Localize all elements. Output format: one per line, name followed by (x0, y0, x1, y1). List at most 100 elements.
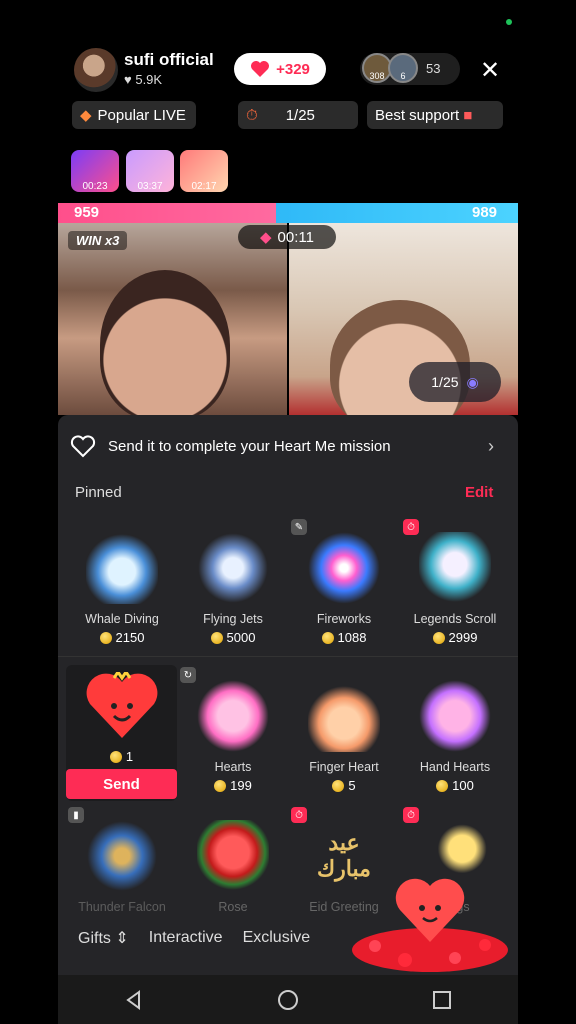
like-counter-button[interactable]: +329 (234, 53, 326, 85)
coin-icon (109, 750, 122, 763)
gift-tabs: Gifts ⇕ Interactive Exclusive (58, 922, 518, 954)
gift-price: 2999 (399, 630, 511, 645)
like-counter: +329 (276, 60, 310, 78)
rank-chip[interactable]: ⏱ 1/25 (238, 101, 358, 129)
coin-icon (99, 631, 112, 644)
system-navbar (58, 975, 518, 1024)
host-likes: ♥ 5.9K (124, 72, 162, 87)
stopwatch-icon: ⏱ (246, 106, 258, 124)
recents-icon[interactable] (432, 990, 452, 1010)
tab-interactive[interactable]: Interactive (149, 929, 223, 947)
pinned-label: Pinned (75, 484, 122, 501)
win-streak-badge: WIN x3 (68, 231, 128, 250)
heart-animation-icon (352, 878, 508, 972)
battle-icon: ◆ (260, 229, 272, 246)
gift-price-value: 1 (125, 749, 134, 764)
send-button[interactable]: Send (66, 769, 177, 799)
gift-item[interactable]: 1 (66, 669, 177, 764)
gift-price-value: 5 (348, 778, 356, 793)
heart-small-icon: ♥ (124, 72, 132, 87)
left-streamer (100, 270, 230, 420)
gift-price: 5 (288, 778, 400, 793)
gift-price-value: 5000 (226, 630, 256, 645)
viewer-avatar[interactable]: 6 (388, 53, 418, 83)
home-icon[interactable] (277, 989, 299, 1011)
gift-name: Thunder Falcon (78, 900, 166, 914)
gift-timer-label: 02:17 (191, 181, 217, 192)
gift-price: 2150 (66, 630, 178, 645)
tab-exclusive[interactable]: Exclusive (243, 929, 311, 947)
fire-icon: ◆ (80, 107, 92, 124)
gift-price: 1 (66, 749, 177, 764)
gift-item[interactable]: Legends Scroll 2999 (399, 532, 511, 645)
left-score: 959 (74, 204, 100, 221)
gift-price-value: 2150 (115, 630, 145, 645)
finger-heart-icon (308, 680, 380, 752)
gift-timer[interactable]: 00:23 (71, 150, 119, 192)
gift-item[interactable]: Hearts 199 (177, 680, 289, 793)
page-indicator[interactable]: 1/25 ◉ (409, 362, 501, 402)
coin-icon (214, 779, 227, 792)
sort-icon: ⇕ (115, 930, 129, 947)
status-indicator (506, 19, 512, 25)
close-icon[interactable]: ✕ (480, 56, 500, 85)
right-score: 989 (472, 204, 498, 221)
gift-name: Rose (218, 900, 248, 914)
host-avatar[interactable] (74, 48, 118, 92)
tab-gifts-label: Gifts (78, 930, 111, 947)
gift-item[interactable]: Flying Jets 5000 (177, 532, 289, 645)
gift-timer[interactable]: 02:17 (180, 150, 228, 192)
gift-name: Finger Heart (309, 760, 379, 774)
page-indicator-label: 1/25 (431, 374, 459, 390)
gift-price: 1088 (288, 630, 400, 645)
host-name[interactable]: sufi official (124, 50, 214, 70)
tab-gifts[interactable]: Gifts ⇕ (78, 928, 129, 948)
best-supporter-label: Best support (375, 106, 460, 124)
fireworks-icon (308, 532, 380, 604)
best-supporter-chip[interactable]: Best support ■ (367, 101, 503, 129)
rose-icon (197, 820, 269, 892)
viewer-avatar-label: 6 (400, 71, 406, 81)
gift-timer-label: 03:37 (137, 181, 163, 192)
gift-item[interactable]: Whale Diving 2150 (66, 532, 178, 645)
gift-item[interactable]: Thunder Falcon (66, 820, 178, 914)
coin-icon (436, 779, 449, 792)
viewer-count: 53 (426, 61, 441, 76)
falcon-icon (86, 820, 158, 892)
back-icon[interactable] (124, 989, 144, 1010)
hearts-icon (197, 680, 269, 752)
gift-timer[interactable]: 03:37 (126, 150, 174, 192)
gift-item[interactable]: Hand Hearts 100 (399, 680, 511, 793)
battle-timer-value: 00:11 (277, 228, 314, 246)
popular-live-label: Popular LIVE (97, 106, 186, 124)
mission-banner[interactable]: Send it to complete your Heart Me missio… (58, 425, 518, 467)
gift-price-value: 2999 (448, 630, 478, 645)
coin-icon (210, 631, 223, 644)
gift-price: 5000 (177, 630, 289, 645)
mission-text: Send it to complete your Heart Me missio… (108, 437, 391, 455)
heart-outline-icon (70, 435, 96, 458)
gift-price-value: 199 (230, 778, 252, 793)
gift-name: Hand Hearts (419, 760, 491, 774)
gift-price: 199 (177, 778, 289, 793)
gift-item[interactable]: Rose (177, 820, 289, 914)
gift-timer-label: 00:23 (82, 181, 108, 192)
battle-timer: ◆ 00:11 (238, 225, 336, 249)
divider (58, 656, 518, 657)
heart-icon (251, 61, 270, 77)
hand-hearts-icon (419, 680, 491, 752)
gift-price-value: 100 (452, 778, 474, 793)
spiral-icon: ◉ (466, 373, 479, 390)
scroll-palace-icon (419, 532, 491, 604)
gift-name: Fireworks (316, 612, 372, 626)
viewer-avatar-label: 308 (369, 71, 385, 81)
gift-name: Legends Scroll (413, 612, 497, 626)
edit-button[interactable]: Edit (465, 484, 493, 501)
jet-icon (197, 532, 269, 604)
gift-item[interactable]: Fireworks 1088 (288, 532, 400, 645)
coin-icon (332, 779, 345, 792)
gift-name: Hearts (214, 760, 252, 774)
popular-live-chip[interactable]: ◆ Popular LIVE (72, 101, 196, 129)
gift-item[interactable]: Finger Heart 5 (288, 680, 400, 793)
chevron-right-icon: › (488, 435, 494, 456)
